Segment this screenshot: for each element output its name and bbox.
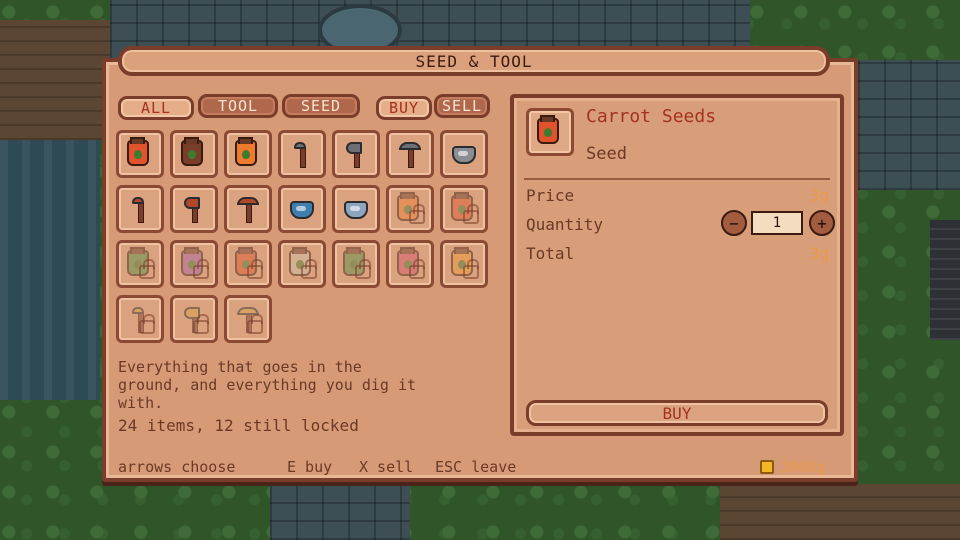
brown-seed-jar-icon [181, 137, 207, 168]
shop-title-text: SEED & TOOL [415, 51, 533, 71]
hint-sell: X sell [359, 458, 414, 476]
hoe-icon [289, 140, 315, 168]
pickaxe-icon [397, 140, 423, 168]
stone-path-bottom [270, 484, 410, 540]
item-slot[interactable] [440, 130, 488, 178]
hint-leave: ESC leave [435, 458, 517, 476]
total-label: Total [526, 244, 575, 263]
item-slot[interactable] [440, 240, 488, 288]
stone-path-right [858, 60, 960, 190]
item-slot[interactable] [224, 185, 272, 233]
lock-icon [355, 259, 371, 279]
copper-axe-icon [181, 195, 207, 223]
item-slot[interactable] [386, 185, 434, 233]
item-count: 24 items, 12 still locked [118, 416, 359, 435]
tab-all[interactable]: ALL [118, 96, 194, 120]
silver-watering-can-icon [343, 195, 369, 223]
quantity-decrease-button[interactable]: − [721, 210, 747, 236]
item-slot[interactable] [278, 240, 326, 288]
item-slot[interactable] [116, 240, 164, 288]
tab-buy[interactable]: BUY [376, 96, 432, 120]
copper-hoe-icon [127, 195, 153, 223]
selected-item-type: Seed [586, 144, 627, 164]
carrot-seed-jar-icon [537, 115, 563, 146]
quantity-input[interactable] [751, 211, 803, 235]
item-slot[interactable] [116, 295, 164, 343]
price-value: 3g [809, 186, 829, 205]
copper-pickaxe-icon [235, 195, 261, 223]
quantity-label: Quantity [526, 215, 604, 234]
house-roof [930, 220, 960, 340]
lock-icon [463, 259, 479, 279]
shop-title: SEED & TOOL [118, 46, 830, 76]
axe-icon [343, 140, 369, 168]
item-slot[interactable] [224, 240, 272, 288]
dirt-path [0, 20, 110, 140]
item-slot[interactable] [278, 130, 326, 178]
tab-sell[interactable]: SELL [434, 94, 490, 118]
lock-icon [409, 204, 425, 224]
price-label: Price [526, 186, 575, 205]
item-slot[interactable] [386, 130, 434, 178]
lock-icon [409, 259, 425, 279]
item-slot[interactable] [116, 185, 164, 233]
tab-seed[interactable]: SEED [282, 94, 360, 118]
item-slot[interactable] [332, 130, 380, 178]
total-value: 3g [809, 244, 829, 263]
lock-icon [247, 314, 263, 334]
selected-item-name: Carrot Seeds [586, 106, 717, 127]
item-slot[interactable] [278, 185, 326, 233]
lock-icon [139, 314, 155, 334]
lock-icon [247, 259, 263, 279]
item-slot[interactable] [224, 295, 272, 343]
category-description: Everything that goes in the ground, and … [118, 358, 417, 412]
carrot-seed-jar-icon [127, 137, 153, 168]
watering-can-icon [451, 140, 477, 168]
selected-item-icon-frame [526, 108, 574, 156]
gold-amount: 3000g [780, 458, 826, 476]
item-slot[interactable] [170, 185, 218, 233]
hint-buy: E buy [287, 458, 333, 476]
buy-button[interactable]: BUY [526, 400, 828, 426]
item-slot[interactable] [332, 240, 380, 288]
lock-icon [193, 259, 209, 279]
item-slot[interactable] [170, 240, 218, 288]
item-slot[interactable] [170, 130, 218, 178]
lock-icon [139, 259, 155, 279]
gold-coin-icon [760, 460, 774, 474]
blue-watering-can-icon [289, 195, 315, 223]
item-slot[interactable] [170, 295, 218, 343]
pond [0, 140, 100, 400]
item-slot[interactable] [332, 185, 380, 233]
quantity-increase-button[interactable]: + [809, 210, 835, 236]
item-slot[interactable] [116, 130, 164, 178]
lock-icon [301, 259, 317, 279]
detail-divider [524, 178, 830, 180]
hint-choose: arrows choose [118, 458, 236, 476]
dirt-path-bottom [720, 484, 960, 540]
lock-icon [193, 314, 209, 334]
item-slot[interactable] [440, 185, 488, 233]
tab-tool[interactable]: TOOL [198, 94, 278, 118]
item-slot[interactable] [224, 130, 272, 178]
item-slot[interactable] [386, 240, 434, 288]
flame-seed-jar-icon [235, 137, 261, 168]
lock-icon [463, 204, 479, 224]
